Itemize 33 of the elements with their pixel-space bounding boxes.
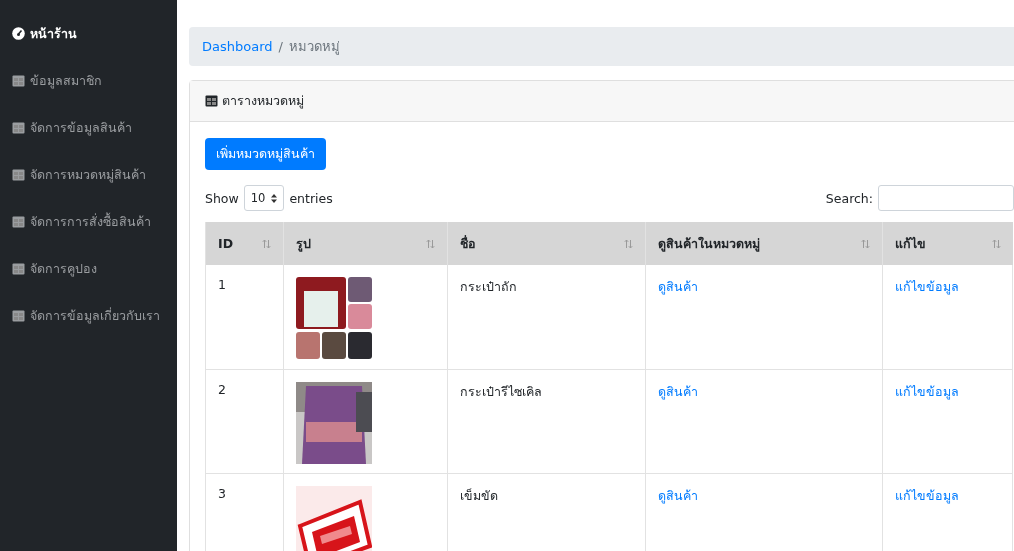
entries-select[interactable]: 10 (243, 185, 285, 211)
breadcrumb-link[interactable]: Dashboard (202, 39, 273, 54)
column-header: ชื่อ (460, 234, 476, 253)
table-cell: กระเป๋ารีไซเคิล (460, 383, 542, 399)
sidebar-item[interactable]: ข้อมูลสมาชิก (0, 57, 177, 104)
table-cell: 1 (218, 277, 226, 292)
table-cell: 2 (218, 381, 226, 397)
add-category-button[interactable]: เพิ่มหมวดหมู่สินค้า (205, 138, 326, 170)
entries-label: entries (289, 190, 333, 206)
table-cell: เข็มขัด (460, 487, 498, 503)
table-cell: 3 (218, 485, 226, 501)
sidebar-item[interactable]: หน้าร้าน (0, 10, 177, 57)
card-title: ตารางหมวดหมู่ (222, 92, 304, 111)
edit-link[interactable]: แก้ไขข้อมูล (895, 279, 959, 294)
sidebar-item[interactable]: จัดการการสั่งซื้อสินค้า (0, 198, 177, 245)
sidebar-item[interactable]: จัดการข้อมูลเกี่ยวกับเรา (0, 292, 177, 339)
sidebar-item[interactable]: จัดการคูปอง (0, 245, 177, 292)
table-cell: กระเป๋าถัก (460, 279, 517, 294)
column-header: ดูสินค้าในหมวดหมู่ (658, 234, 760, 254)
column-header: รูป (296, 234, 311, 254)
view-products-link[interactable]: ดูสินค้า (658, 487, 698, 503)
view-products-link[interactable]: ดูสินค้า (658, 279, 698, 294)
search-label: Search: (825, 190, 873, 206)
edit-link[interactable]: แก้ไขข้อมูล (895, 383, 959, 399)
breadcrumb-separator: / (278, 39, 283, 54)
edit-link[interactable]: แก้ไขข้อมูล (895, 487, 959, 503)
column-header: แก้ไข (895, 234, 926, 253)
sidebar-item[interactable]: จัดการหมวดหมู่สินค้า (0, 151, 177, 198)
view-products-link[interactable]: ดูสินค้า (658, 383, 698, 399)
show-label: Show (205, 190, 239, 206)
column-header: ID (218, 236, 234, 251)
sidebar-item[interactable]: จัดการข้อมูลสินค้า (0, 104, 177, 151)
breadcrumb-current: หมวดหมู่ (288, 38, 340, 57)
